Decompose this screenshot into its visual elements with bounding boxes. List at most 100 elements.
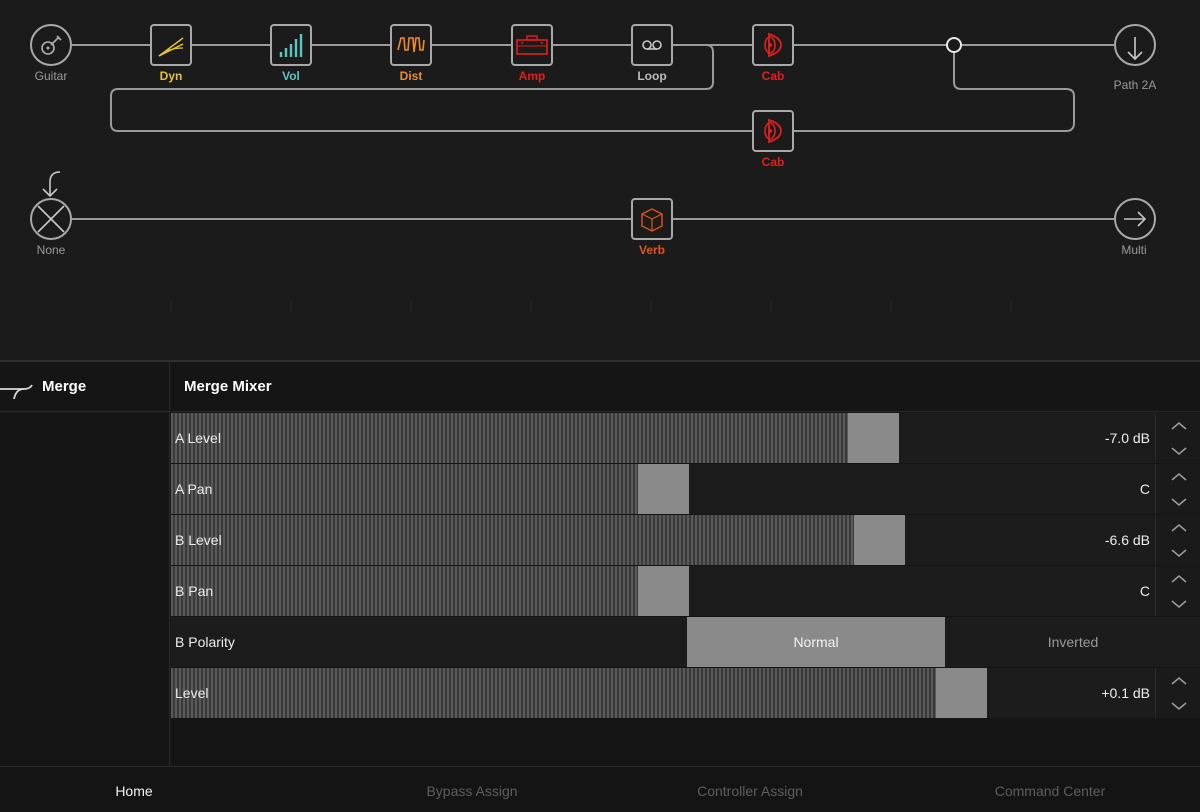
vol-label: Vol	[282, 69, 300, 83]
dyn-label: Dyn	[159, 69, 183, 83]
a-pan-fill	[171, 464, 638, 514]
b-level-increment-button[interactable]	[1156, 515, 1200, 540]
a-pan-value: C	[1139, 481, 1150, 497]
guitar-input-label: Guitar	[34, 69, 68, 83]
tab-home[interactable]: Home	[0, 767, 284, 812]
a-level-stepper	[1155, 413, 1200, 463]
loop-label: Loop	[637, 69, 667, 83]
output-level-label: Level	[175, 685, 209, 701]
output-level-thumb[interactable]	[936, 668, 987, 718]
a-pan-row: A Pan C	[171, 464, 1200, 514]
b-polarity-row: B Polarity Normal Inverted	[171, 617, 1200, 667]
arrow-down-icon	[1127, 37, 1143, 61]
b-pan-slider[interactable]	[171, 566, 1155, 616]
cab-block-lower[interactable]	[752, 110, 794, 152]
a-level-decrement-button[interactable]	[1156, 438, 1200, 463]
b-level-stepper	[1155, 515, 1200, 565]
output-level-slider[interactable]	[171, 668, 1155, 718]
x-icon	[37, 205, 65, 233]
multi-output[interactable]	[1114, 198, 1156, 240]
b-level-thumb[interactable]	[854, 515, 905, 565]
dist-label: Dist	[399, 69, 423, 83]
b-pan-thumb[interactable]	[638, 566, 689, 616]
b-level-slider[interactable]	[171, 515, 1155, 565]
amp-block[interactable]	[511, 24, 553, 66]
distortion-wave-icon	[397, 37, 425, 53]
b-pan-stepper	[1155, 566, 1200, 616]
reverb-cube-icon	[641, 208, 663, 232]
loop-block[interactable]	[631, 24, 673, 66]
vol-block[interactable]	[270, 24, 312, 66]
output-level-fill	[171, 668, 936, 718]
tab-bypass-assign[interactable]: Bypass Assign	[322, 767, 622, 812]
guitar-icon	[41, 35, 62, 55]
polarity-option-inverted[interactable]: Inverted	[946, 617, 1200, 667]
a-pan-increment-button[interactable]	[1156, 464, 1200, 489]
a-level-increment-button[interactable]	[1156, 413, 1200, 438]
a-level-thumb[interactable]	[848, 413, 899, 463]
path-2a-output[interactable]	[1114, 24, 1156, 66]
chevron-up-icon	[1170, 421, 1187, 430]
dynamics-icon	[158, 37, 184, 57]
a-level-value: -7.0 dB	[1104, 430, 1150, 446]
merge-icon	[0, 384, 33, 399]
b-level-row: B Level -6.6 dB	[171, 515, 1200, 565]
dist-block[interactable]	[390, 24, 432, 66]
amp-label: Amp	[518, 69, 546, 83]
tab-controller-assign[interactable]: Controller Assign	[600, 767, 900, 812]
speaker-icon	[764, 118, 782, 144]
output-level-decrement-button[interactable]	[1156, 693, 1200, 718]
panel-title: Merge Mixer	[171, 362, 1200, 412]
a-pan-slider[interactable]	[171, 464, 1155, 514]
none-input[interactable]	[30, 198, 72, 240]
b-pan-increment-button[interactable]	[1156, 566, 1200, 591]
chevron-up-icon	[1170, 676, 1187, 685]
b-level-fill	[171, 515, 854, 565]
chevron-up-icon	[1170, 574, 1187, 583]
a-pan-decrement-button[interactable]	[1156, 489, 1200, 514]
output-level-stepper	[1155, 668, 1200, 718]
chevron-up-icon	[1170, 523, 1187, 532]
b-level-decrement-button[interactable]	[1156, 540, 1200, 565]
a-pan-thumb[interactable]	[638, 464, 689, 514]
amp-head-icon	[516, 35, 548, 55]
dyn-block[interactable]	[150, 24, 192, 66]
a-level-label: A Level	[175, 430, 221, 446]
verb-label: Verb	[638, 243, 665, 257]
chevron-down-icon	[1170, 701, 1187, 710]
path-2a-label: Path 2A	[1113, 78, 1157, 92]
a-pan-stepper	[1155, 464, 1200, 514]
b-pan-row: B Pan C	[171, 566, 1200, 616]
a-pan-label: A Pan	[175, 481, 213, 497]
volume-bars-icon	[279, 34, 303, 57]
output-level-value: +0.1 dB	[1101, 685, 1150, 701]
cab-block-upper[interactable]	[752, 24, 794, 66]
guitar-input[interactable]	[30, 24, 72, 66]
parameter-panel: Merge Mixer A Level -7.0 dB A Pan C B Level -…	[171, 362, 1200, 766]
polarity-option-normal[interactable]: Normal	[687, 617, 945, 667]
signal-flow-area: Guitar Dyn Vol Dist Amp Loop Cab Path 2A…	[0, 0, 1200, 360]
bottom-tab-bar: Home Bypass Assign Controller Assign Comman…	[0, 766, 1200, 812]
arrow-right-icon	[1124, 211, 1147, 227]
b-polarity-label: B Polarity	[175, 634, 235, 650]
merge-block-header[interactable]: Merge	[0, 362, 169, 412]
a-level-row: A Level -7.0 dB	[171, 413, 1200, 463]
b-pan-decrement-button[interactable]	[1156, 591, 1200, 616]
cab-lower-label: Cab	[761, 155, 785, 169]
output-level-increment-button[interactable]	[1156, 668, 1200, 693]
b-pan-value: C	[1139, 583, 1150, 599]
cab-upper-label: Cab	[761, 69, 785, 83]
chevron-down-icon	[1170, 548, 1187, 557]
b-level-label: B Level	[175, 532, 222, 548]
b-level-value: -6.6 dB	[1104, 532, 1150, 548]
a-level-slider[interactable]	[171, 413, 1155, 463]
speaker-icon	[764, 32, 782, 58]
a-level-fill	[171, 413, 848, 463]
chevron-up-icon	[1170, 472, 1187, 481]
b-pan-fill	[171, 566, 638, 616]
chevron-down-icon	[1170, 446, 1187, 455]
merge-point[interactable]	[946, 37, 962, 53]
tab-command-center[interactable]: Command Center	[900, 767, 1200, 812]
chevron-down-icon	[1170, 599, 1187, 608]
verb-block[interactable]	[631, 198, 673, 240]
